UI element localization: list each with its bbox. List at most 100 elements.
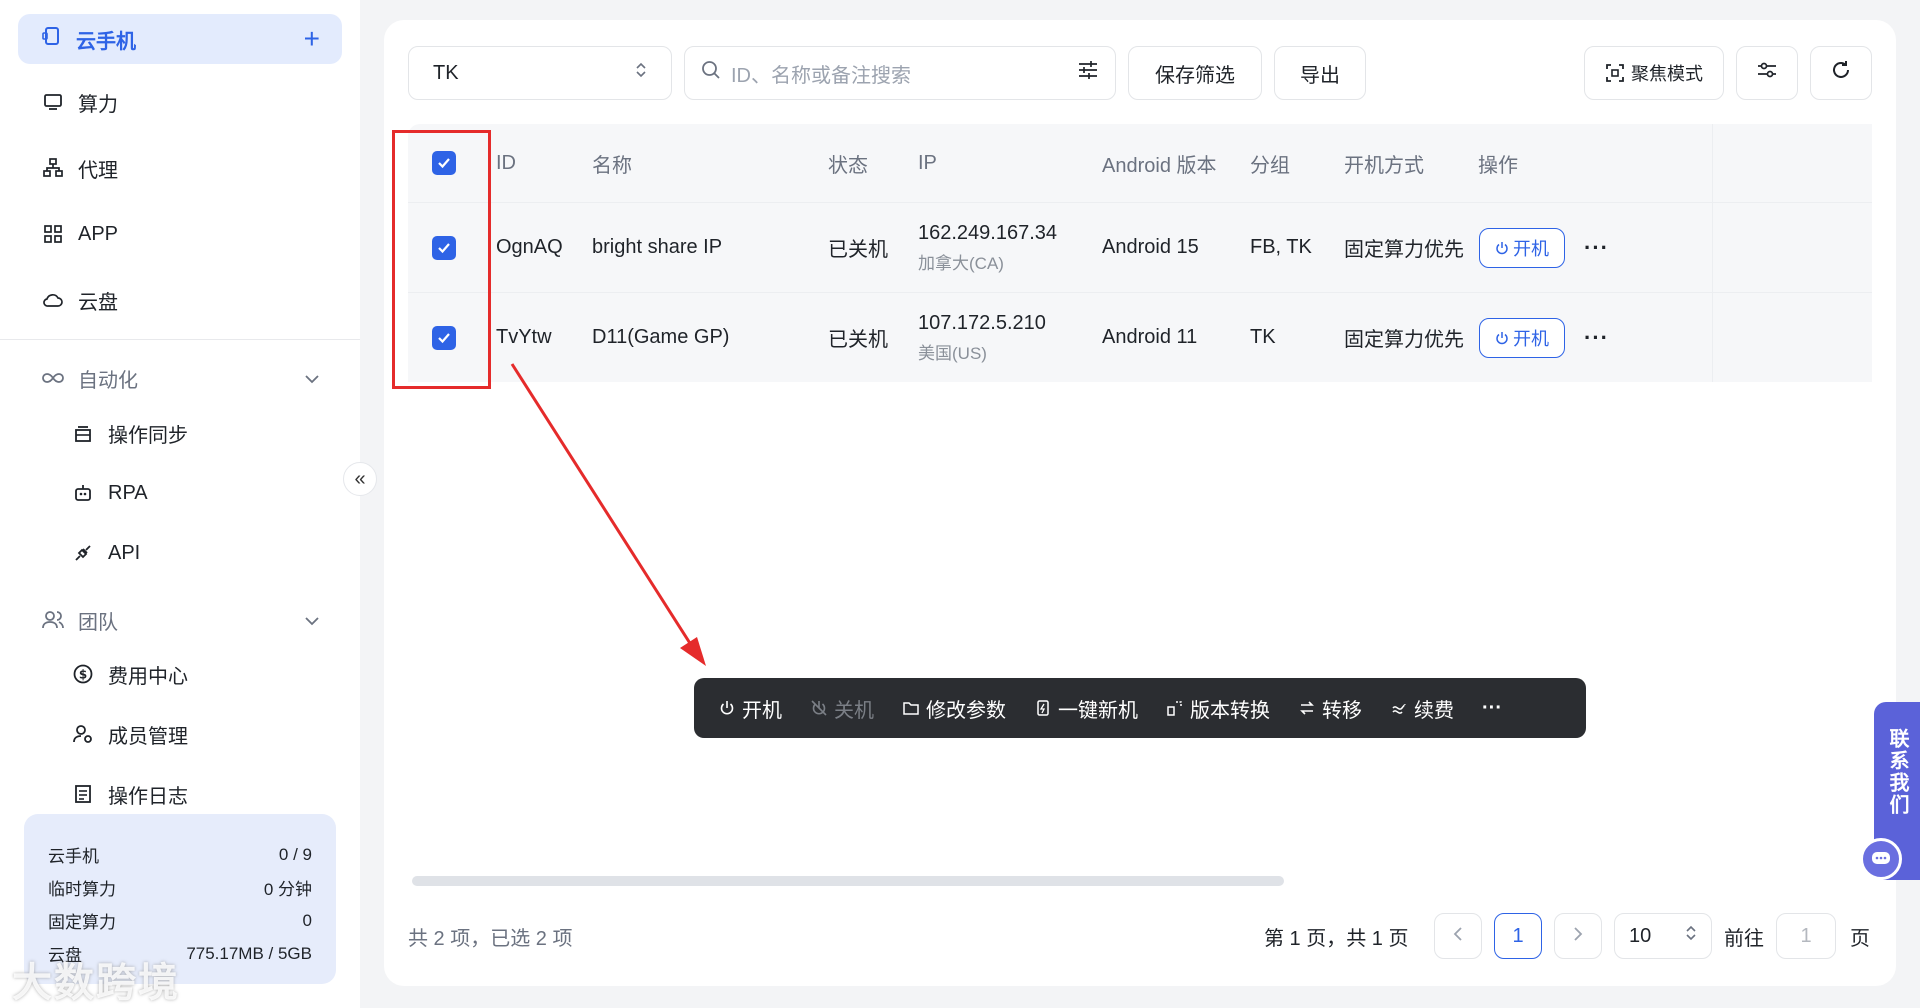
selection-summary: 共 2 项，已选 2 项 <box>408 928 573 950</box>
page-info: 第 1 页，共 1 页 <box>1264 928 1409 950</box>
column-settings-button[interactable] <box>1736 46 1798 100</box>
power-icon <box>1495 331 1509 345</box>
table-row[interactable]: OgnAQ bright share IP 已关机 162.249.167.34… <box>408 202 1872 292</box>
header-boot[interactable]: 开机方式 <box>1344 124 1424 202</box>
power-on-button[interactable]: 开机 <box>1479 203 1565 292</box>
search-input[interactable]: ID、名称或备注搜索 <box>684 46 1116 100</box>
nav-cloud-phone[interactable]: 云手机 + <box>18 14 342 64</box>
power-on-button[interactable]: 开机 <box>1479 293 1565 382</box>
next-page-button[interactable] <box>1554 913 1602 959</box>
new-device-label: 一键新机 <box>1058 699 1138 722</box>
more-batch-actions-icon[interactable]: ··· <box>1482 697 1502 720</box>
header-id[interactable]: ID <box>496 124 516 202</box>
chevron-down-icon <box>304 609 320 632</box>
horizontal-scrollbar[interactable] <box>412 876 1284 886</box>
filter-sliders-icon[interactable] <box>1077 60 1099 86</box>
header-ip[interactable]: IP <box>918 124 937 202</box>
header-android[interactable]: Android 版本 <box>1102 124 1217 202</box>
search-placeholder: ID、名称或备注搜索 <box>731 64 911 87</box>
focus-mode-button[interactable]: 聚焦模式 <box>1584 46 1724 100</box>
header-ops: 操作 <box>1478 154 1518 177</box>
table-row[interactable]: TvYtw D11(Game GP) 已关机 107.172.5.210 美国(… <box>408 292 1872 382</box>
renew-button[interactable]: 续费 <box>1390 694 1454 723</box>
batch-action-bar: 开机 关机 修改参数 一键新机 版本转换 转移 续费 ··· <box>694 678 1586 738</box>
nav-compute[interactable]: 算力 <box>42 82 118 122</box>
focus-icon <box>1605 63 1625 83</box>
cell-boot: 固定算力优先 <box>1344 239 1464 261</box>
cell-android: Android 15 <box>1102 236 1199 258</box>
save-filter-button[interactable]: 保存筛选 <box>1128 46 1262 100</box>
row-ops-bg <box>1712 293 1872 382</box>
monitor-icon <box>42 91 64 113</box>
add-phone-button[interactable]: + <box>304 25 320 53</box>
batch-power-on-label: 开机 <box>742 699 782 722</box>
nav-group-automation-label: 自动化 <box>78 369 138 392</box>
prev-page-button[interactable] <box>1434 913 1482 959</box>
chevron-updown-icon <box>635 61 647 85</box>
nav-group-team[interactable]: 团队 <box>42 600 320 640</box>
cell-id: OgnAQ <box>496 236 563 258</box>
power-icon <box>1495 241 1509 255</box>
usage-value: 0 / 9 <box>278 844 312 864</box>
refresh-button[interactable] <box>1810 46 1872 100</box>
usage-row: 固定算力 0 <box>48 904 312 937</box>
more-actions-icon[interactable]: ··· <box>1584 293 1609 382</box>
edit-params-label: 修改参数 <box>926 699 1006 722</box>
ip-region: 加拿大(CA) <box>918 253 1004 273</box>
nav-logs[interactable]: 操作日志 <box>72 774 188 814</box>
cell-status: 已关机 <box>828 239 888 261</box>
export-button[interactable]: 导出 <box>1274 46 1366 100</box>
group-select[interactable]: TK <box>408 46 672 100</box>
batch-power-off-button[interactable]: 关机 <box>810 694 874 723</box>
transfer-arrows-icon <box>1298 699 1316 717</box>
batch-power-on-button[interactable]: 开机 <box>718 694 782 723</box>
goto-page-input[interactable]: 1 <box>1776 913 1836 959</box>
header-status[interactable]: 状态 <box>828 124 868 202</box>
nav-operation-sync[interactable]: 操作同步 <box>72 413 188 453</box>
chevron-updown-icon <box>1685 924 1697 948</box>
nav-rpa[interactable]: RPA <box>72 473 148 513</box>
search-icon <box>701 60 721 86</box>
header-name[interactable]: 名称 <box>592 124 632 202</box>
chevron-down-icon <box>304 367 320 390</box>
convert-icon <box>1166 699 1184 717</box>
group-select-value: TK <box>433 61 459 84</box>
nav-billing[interactable]: $ 费用中心 <box>72 654 188 694</box>
cell-android: Android 11 <box>1102 326 1198 348</box>
nav-cloud-disk[interactable]: 云盘 <box>42 280 118 320</box>
nav-app[interactable]: APP <box>42 214 118 254</box>
nav-proxy[interactable]: 代理 <box>42 148 118 188</box>
network-icon <box>42 157 64 179</box>
row-ops-bg <box>1712 203 1872 292</box>
cell-ip: 107.172.5.210 美国(US) <box>918 293 1046 382</box>
page-size-select[interactable]: 10 <box>1614 913 1712 959</box>
chat-icon[interactable] <box>1860 838 1902 880</box>
cell-name: D11(Game GP) <box>592 326 730 348</box>
version-convert-button[interactable]: 版本转换 <box>1166 694 1270 723</box>
usage-row: 临时算力 0 分钟 <box>48 871 312 904</box>
edit-params-button[interactable]: 修改参数 <box>902 694 1006 723</box>
transfer-button[interactable]: 转移 <box>1298 694 1362 723</box>
nav-compute-label: 算力 <box>78 93 118 116</box>
header-group[interactable]: 分组 <box>1250 124 1290 202</box>
power-off-icon <box>810 699 828 717</box>
nav-operation-sync-label: 操作同步 <box>108 424 188 447</box>
contact-us-label: 联系我们 <box>1886 728 1908 816</box>
more-actions-icon[interactable]: ··· <box>1584 203 1609 292</box>
page-1-button[interactable]: 1 <box>1494 913 1542 959</box>
nav-cloud-phone-label: 云手机 <box>76 30 136 53</box>
cell-name: bright share IP <box>592 236 723 258</box>
nav-api[interactable]: API <box>72 533 140 573</box>
nav-rpa-label: RPA <box>108 481 148 504</box>
usage-value: 0 <box>302 910 312 930</box>
page-size-value: 10 <box>1629 924 1652 947</box>
nav-group-automation[interactable]: 自动化 <box>42 358 320 398</box>
version-convert-label: 版本转换 <box>1190 699 1270 722</box>
chevron-left-icon <box>1453 925 1463 948</box>
nav-members[interactable]: 成员管理 <box>72 714 188 754</box>
ip-region: 美国(US) <box>918 343 987 363</box>
infinity-icon <box>42 367 64 389</box>
collapse-sidebar-button[interactable]: « <box>343 462 377 496</box>
new-device-button[interactable]: 一键新机 <box>1034 694 1138 723</box>
phone-icon <box>42 26 62 52</box>
